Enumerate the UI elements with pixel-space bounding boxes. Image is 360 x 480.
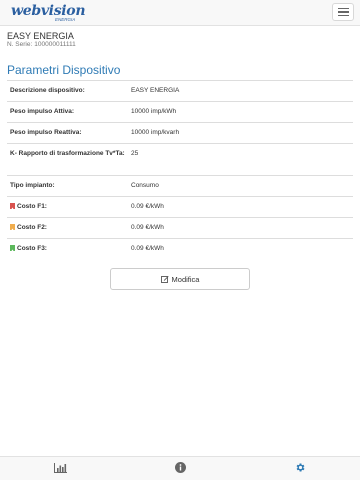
param-row-active-pulse: Peso impulso Attiva: 10000 imp/kWh xyxy=(7,101,353,122)
param-label-wrap: Costo F3: xyxy=(7,239,131,259)
param-label: Costo F3: xyxy=(17,245,47,252)
gear-icon xyxy=(295,460,306,478)
info-icon xyxy=(174,460,186,478)
orange-flag-icon xyxy=(10,224,15,230)
device-serial: N. Serie: 100000011111 xyxy=(7,41,76,48)
param-label: Peso impulso Reattiva: xyxy=(10,129,82,136)
edit-label: Modifica xyxy=(171,274,200,284)
param-value: 0.09 €/kWh xyxy=(131,245,164,252)
parameters-table: Descrizione dispositivo: EASY ENERGIA Pe… xyxy=(7,80,353,259)
bottom-tabbar xyxy=(0,456,360,480)
menu-icon-bar xyxy=(337,14,349,17)
param-value: 0.09 €/kWh xyxy=(131,203,164,210)
param-value: 0.09 €/kWh xyxy=(131,224,164,231)
edit-icon xyxy=(160,275,169,283)
top-navbar: webvision ENERGIA xyxy=(0,0,360,26)
param-label: Peso impulso Attiva: xyxy=(10,108,75,115)
param-value: 10000 imp/kvarh xyxy=(131,129,180,136)
bar-chart-icon xyxy=(53,460,67,478)
param-label: Descrizione dispositivo: xyxy=(10,87,85,94)
param-label: Costo F1: xyxy=(17,203,47,210)
param-row-transformation-ratio: K- Rapporto di trasformazione Tv*Ta: 25 xyxy=(7,143,353,175)
param-row-description: Descrizione dispositivo: EASY ENERGIA xyxy=(7,80,353,101)
tab-settings[interactable] xyxy=(270,457,330,480)
tab-info[interactable] xyxy=(150,457,210,480)
param-label: Tipo impianto: xyxy=(10,182,55,189)
param-row-plant-type: Tipo impianto: Consumo xyxy=(7,175,353,196)
param-label-wrap: Costo F2: xyxy=(7,218,131,238)
param-label: K- Rapporto di trasformazione Tv*Ta: xyxy=(10,150,125,157)
tab-statistics[interactable] xyxy=(30,457,90,480)
param-value: 25 xyxy=(131,150,139,157)
edit-button[interactable]: Modifica xyxy=(110,268,250,290)
param-value: 10000 imp/kWh xyxy=(131,108,177,115)
param-value: EASY ENERGIA xyxy=(131,87,180,94)
menu-icon-bar xyxy=(337,11,349,13)
param-row-cost-f3: Costo F3: 0.09 €/kWh xyxy=(7,238,353,259)
serial-label: N. Serie: xyxy=(7,41,33,48)
param-row-reactive-pulse: Peso impulso Reattiva: 10000 imp/kvarh xyxy=(7,122,353,143)
hamburger-menu-button[interactable] xyxy=(332,3,354,21)
green-flag-icon xyxy=(10,245,15,251)
device-name: EASY ENERGIA xyxy=(7,31,74,41)
red-flag-icon xyxy=(10,203,15,209)
param-label-wrap: Costo F1: xyxy=(7,197,131,217)
param-value: Consumo xyxy=(131,182,159,189)
param-row-cost-f1: Costo F1: 0.09 €/kWh xyxy=(7,196,353,217)
section-title: Parametri Dispositivo xyxy=(7,63,121,77)
logo-subtext: ENERGIA xyxy=(55,17,76,22)
menu-icon-bar xyxy=(337,7,349,10)
webvision-logo[interactable]: webvision ENERGIA xyxy=(11,3,91,25)
serial-value: 100000011111 xyxy=(34,41,76,48)
param-label: Costo F2: xyxy=(17,224,47,231)
param-row-cost-f2: Costo F2: 0.09 €/kWh xyxy=(7,217,353,238)
